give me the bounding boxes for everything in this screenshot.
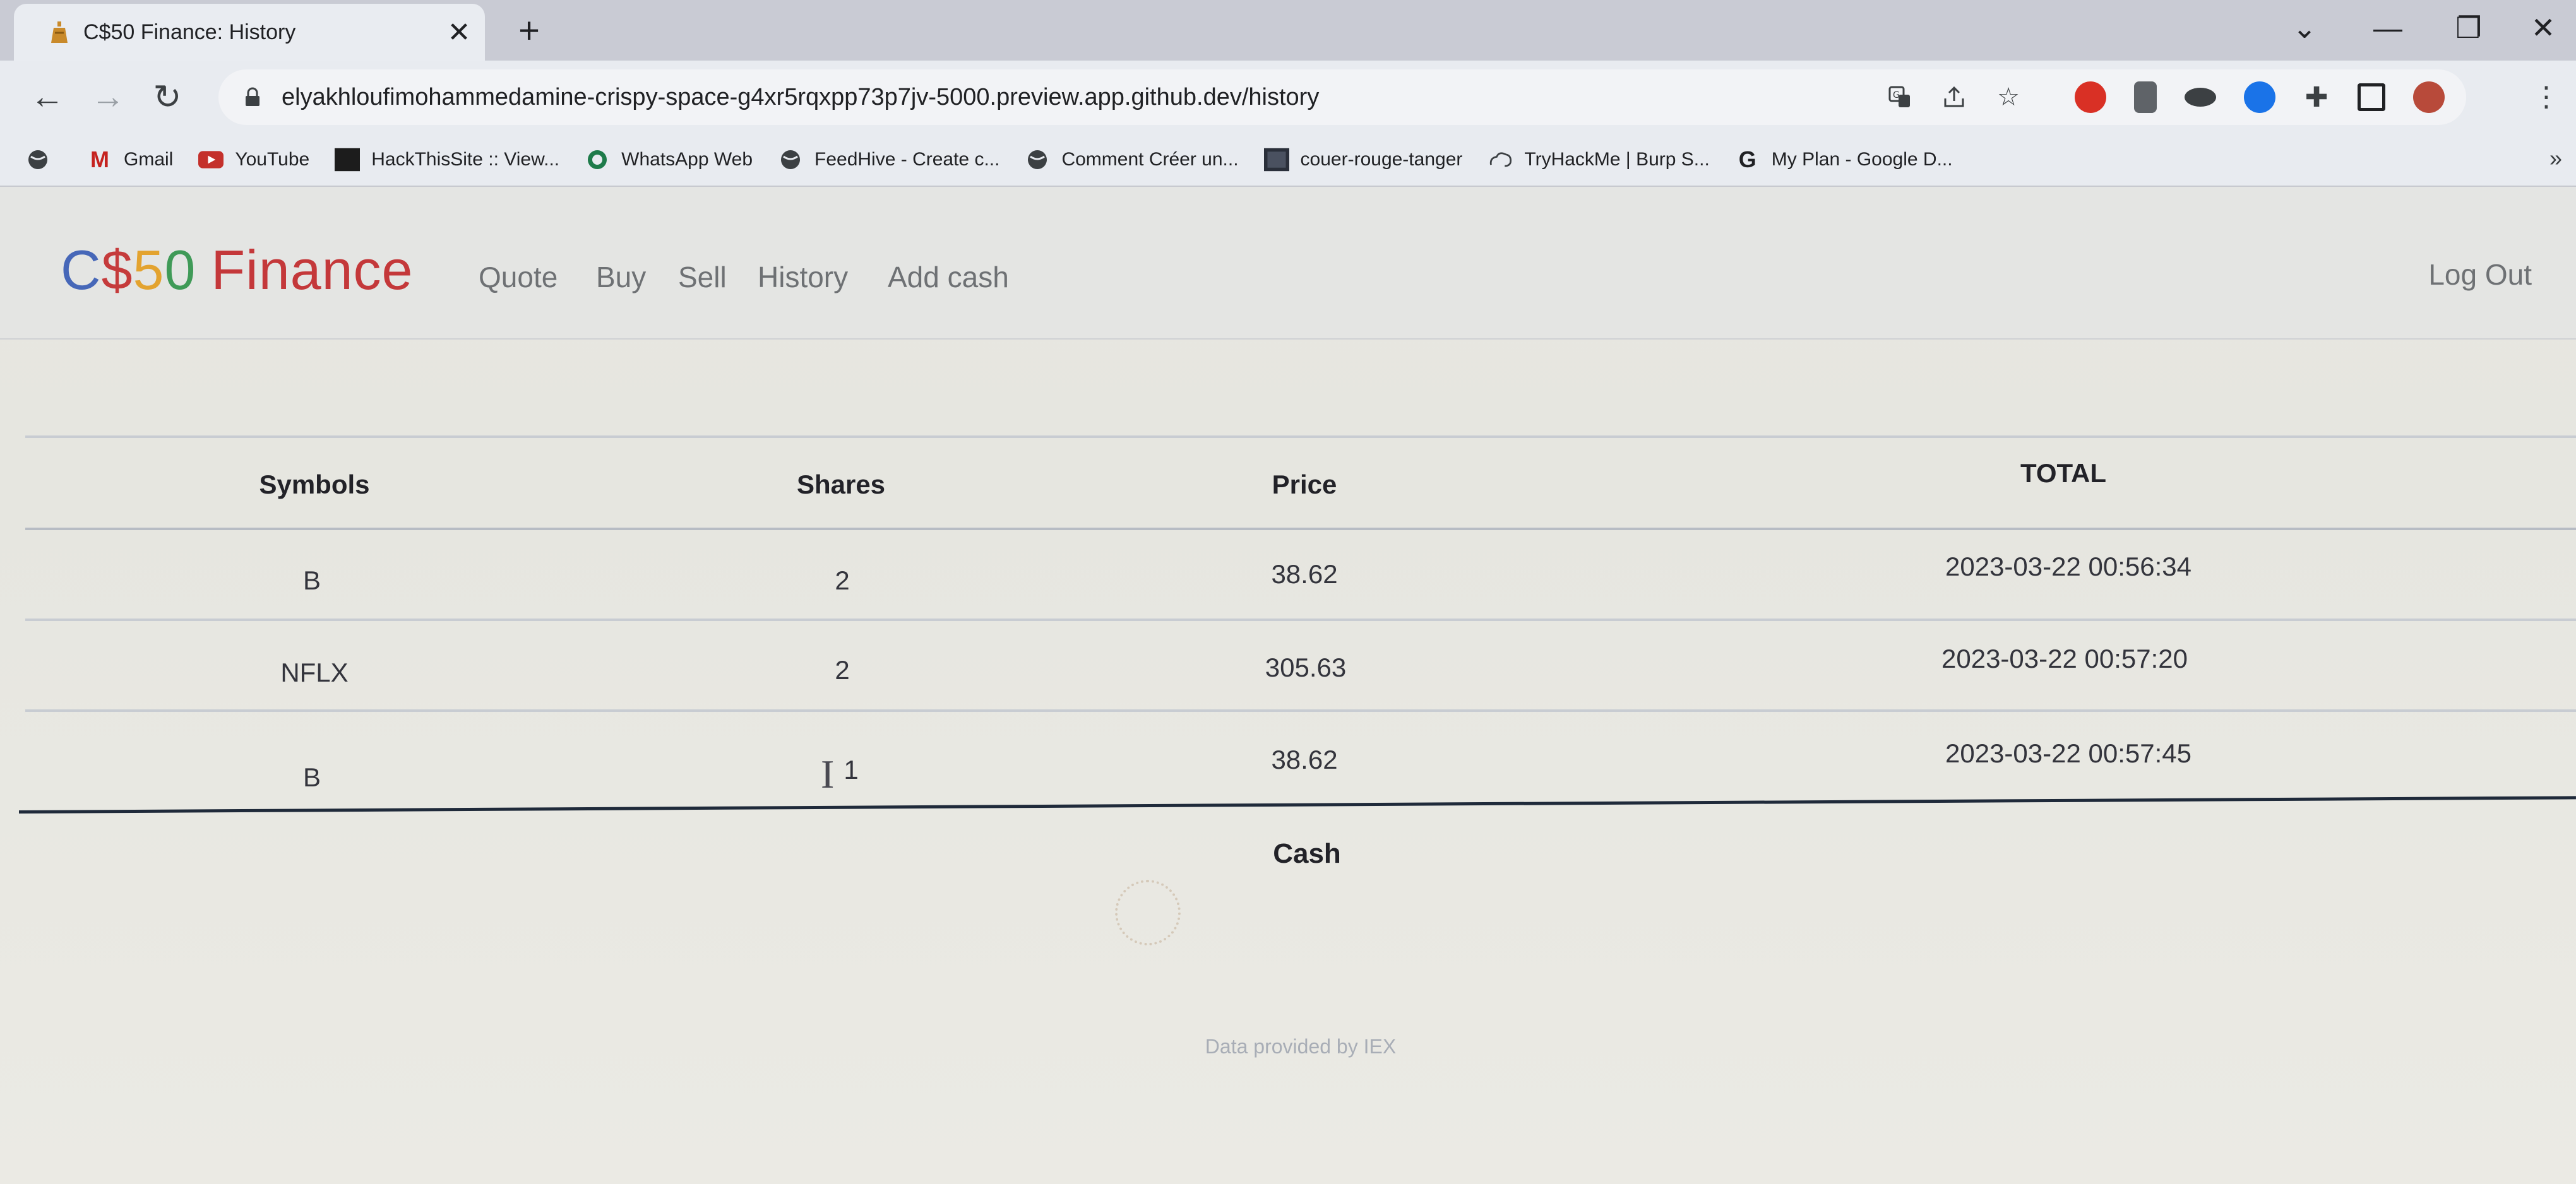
extensions-puzzle-icon[interactable]: ✚ [2297,78,2336,117]
brand-logo[interactable]: C$50 Finance [61,242,414,298]
image-icon [1263,147,1289,172]
row-3-shares: 1 [844,755,859,784]
row-1-symbol: B [302,565,321,595]
extension-blue-icon[interactable] [2244,81,2275,113]
row-3-total: 2023-03-22 00:57:45 [1945,738,2191,768]
row-1-price: 38.62 [1271,559,1338,589]
brand-digit-5: 5 [133,239,165,301]
reload-button[interactable]: ↻ [140,69,194,124]
cash-label: Cash [1273,838,1341,869]
new-tab-button[interactable]: + [505,6,553,54]
bookmark-youtube[interactable]: YouTube [198,147,309,172]
bookmark-couer-rouge[interactable]: couer-rouge-tanger [1263,147,1463,172]
extension-mask-icon[interactable] [2185,88,2216,107]
nav-history[interactable]: History [758,260,848,294]
translate-icon[interactable]: G [1880,78,1919,117]
bookmark-star-icon[interactable]: ☆ [1989,78,2028,117]
tryhackme-icon [1488,147,1513,172]
row-1-total: 2023-03-22 00:56:34 [1945,552,2191,581]
address-bar[interactable]: elyakhloufimohammedamine-crispy-space-g4… [218,69,2466,125]
bookmark-label: Gmail [124,149,174,170]
tab-title: C$50 Finance: History [83,20,296,44]
bookmark-label: WhatsApp Web [621,149,753,170]
bookmark-whatsapp[interactable]: WhatsApp Web [585,147,753,172]
bookmark-comment-creer[interactable]: Comment Créer un... [1025,147,1239,172]
app-navbar: C$50 Finance Quote Buy Sell History Add c… [0,187,2576,340]
text-cursor-icon: I [821,752,835,796]
brand-dollar: $ [101,239,133,301]
google-icon: G [1738,146,1756,172]
bookmark-label: HackThisSite :: View... [371,149,560,170]
share-icon[interactable] [1935,78,1974,117]
hackthissite-icon [335,147,361,172]
row-2-shares: 2 [835,655,850,685]
back-button[interactable]: ← [20,69,75,124]
row-3-price: 38.62 [1271,745,1338,774]
bookmark-label: Comment Créer un... [1061,149,1239,170]
bookmark-label: FeedHive - Create c... [814,149,1000,170]
forward-button[interactable]: → [81,69,135,124]
extension-bars-icon[interactable] [2134,81,2157,113]
bookmark-label: couer-rouge-tanger [1300,149,1463,170]
bookmark-feedhive[interactable]: FeedHive - Create c... [778,147,999,172]
header-shares: Shares [796,470,886,499]
url-text[interactable]: elyakhloufimohammedamine-crispy-space-g4… [282,84,1873,111]
loading-spinner-icon [1115,880,1181,945]
footer-attribution: Data provided by IEX [1205,1035,1397,1058]
table-bottom-border [18,796,2576,814]
side-panel-icon[interactable] [2358,83,2385,111]
brand-finance: Finance [211,239,414,301]
header-total: TOTAL [2020,458,2107,488]
brand-digit-0: 0 [164,239,196,301]
tab-search-icon[interactable]: ⌄ [2273,3,2336,53]
nav-buy[interactable]: Buy [596,260,646,294]
browser-tab-strip: C$50 Finance: History ✕ + ⌄ — ❐ ✕ [0,0,2576,61]
bookmark-label: My Plan - Google D... [1771,149,1953,170]
bookmark-label: YouTube [235,149,310,170]
profile-avatar[interactable] [2413,81,2445,113]
row-2-price: 305.63 [1265,653,1347,682]
bookmarks-bar: M Gmail YouTube HackThisSite :: View... … [0,134,2576,187]
close-window-button[interactable]: ✕ [2512,3,2575,53]
bookmark-my-plan[interactable]: G My Plan - Google D... [1735,146,1953,172]
lock-icon [240,85,265,110]
youtube-icon [198,147,224,172]
nav-add-cash[interactable]: Add cash [888,260,1009,294]
bookmark-hackthissite[interactable]: HackThisSite :: View... [335,147,559,172]
browser-tab[interactable]: C$50 Finance: History ✕ [14,4,485,61]
minimize-button[interactable]: — [2356,3,2419,53]
row-1-shares: 2 [835,565,850,595]
bookmark-tryhackme[interactable]: TryHackMe | Burp S... [1488,147,1710,172]
header-price: Price [1272,470,1337,499]
bookmarks-overflow-icon[interactable]: » [2549,145,2562,172]
restore-button[interactable]: ❐ [2437,3,2500,53]
browser-menu-icon[interactable]: ⋮ [2519,69,2573,124]
extension-red-icon[interactable] [2075,81,2106,113]
gmail-icon: M [90,146,109,172]
globe-icon [25,147,51,172]
nav-sell[interactable]: Sell [678,260,727,294]
bookmark-gmail[interactable]: M Gmail [87,146,174,172]
tab-close-icon[interactable]: ✕ [437,10,481,54]
table-top-border [25,435,2576,438]
whatsapp-icon [585,147,610,172]
row-2-total: 2023-03-22 00:57:20 [1941,644,2188,673]
globe-icon [1025,147,1050,172]
bookmark-apps[interactable] [25,147,62,172]
cs50-favicon-icon [47,20,72,45]
row-divider [25,619,2576,621]
header-symbols: Symbols [259,470,370,499]
row-divider [25,709,2576,712]
header-divider [25,528,2576,530]
screen: C$50 Finance: History ✕ + ⌄ — ❐ ✕ ← → ↻ … [0,0,2576,1184]
row-2-symbol: NFLX [280,658,349,687]
browser-toolbar: ← → ↻ elyakhloufimohammedamine-crispy-sp… [0,61,2576,134]
logout-link[interactable]: Log Out [2428,258,2532,292]
row-3-symbol: B [302,762,321,792]
bookmark-label: TryHackMe | Burp S... [1524,149,1710,170]
nav-quote[interactable]: Quote [479,260,558,294]
brand-letter-c: C [61,239,102,301]
globe-icon [778,147,803,172]
